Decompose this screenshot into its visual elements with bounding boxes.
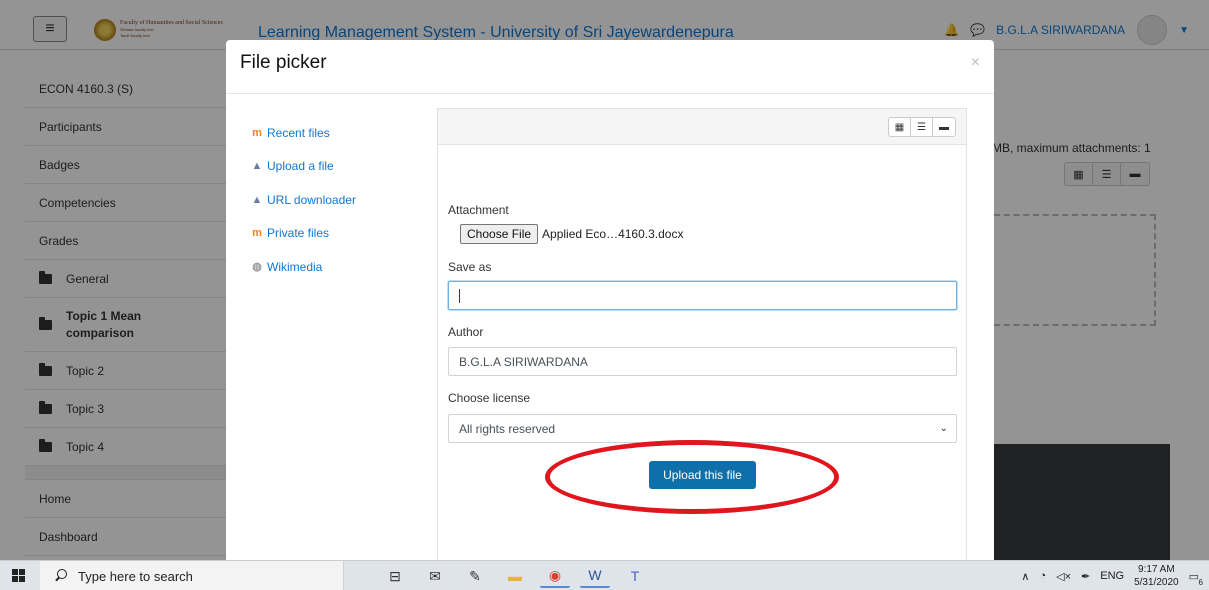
license-value: All rights reserved	[459, 421, 556, 436]
repo-recent-files[interactable]: m Recent files	[250, 116, 420, 150]
chevron-down-icon: ⌄	[939, 423, 948, 434]
dialog-header: File picker ×	[226, 40, 994, 94]
notification-icon[interactable]: ▭ 6	[1189, 570, 1203, 587]
moodle-icon: m	[252, 126, 262, 139]
taskbar-search-input[interactable]: Type here to search	[40, 561, 344, 590]
language-indicator[interactable]: ENG	[1100, 570, 1124, 582]
file-explorer-icon[interactable]: ▬	[500, 564, 530, 588]
network-icon[interactable]: ◔	[1039, 570, 1046, 582]
search-icon	[54, 569, 68, 583]
license-select[interactable]: All rights reserved ⌄	[448, 414, 957, 443]
choose-file-button[interactable]: Choose File	[460, 224, 539, 244]
teams-icon[interactable]: T	[620, 564, 650, 588]
repo-label: URL downloader	[267, 192, 356, 207]
red-highlight-annotation	[545, 440, 839, 514]
windows-taskbar: Type here to search ⊟ ✉ ✎ ▬ ◉ W T ∧ ◔ ◁×…	[0, 560, 1209, 590]
upload-icon: ▲	[251, 193, 263, 206]
search-placeholder: Type here to search	[78, 568, 193, 584]
dialog-title: File picker	[240, 52, 327, 73]
clock[interactable]: 9:17 AM 5/31/2020	[1134, 563, 1179, 589]
upload-icon: ▲	[251, 160, 263, 173]
pen-icon[interactable]: ✒	[1081, 570, 1090, 583]
notification-count: 6	[1198, 577, 1203, 587]
repository-list: m Recent files ▲ Upload a file ▲ URL dow…	[250, 116, 420, 284]
repo-private-files[interactable]: m Private files	[250, 217, 420, 251]
chosen-file-name: Applied Eco…4160.3.docx	[542, 227, 684, 241]
author-label: Author	[448, 325, 484, 339]
chevron-up-icon[interactable]: ∧	[1021, 570, 1029, 583]
text-cursor	[459, 288, 460, 303]
mail-icon[interactable]: ✉	[420, 564, 450, 588]
panel-toolbar: ▦ ☰ ▬	[438, 109, 966, 145]
repo-wikimedia[interactable]: ◍ Wikimedia	[250, 250, 420, 284]
repo-label: Wikimedia	[267, 259, 323, 274]
attachment-label: Attachment	[448, 203, 509, 217]
paint-icon[interactable]: ✎	[460, 564, 490, 588]
repo-label: Upload a file	[267, 159, 334, 174]
folder-view-icon[interactable]: ▬	[933, 118, 955, 136]
author-input[interactable]: B.G.L.A SIRIWARDANA	[448, 347, 957, 376]
word-icon[interactable]: W	[580, 564, 610, 588]
repo-upload-file[interactable]: ▲ Upload a file	[250, 150, 420, 184]
clock-date: 5/31/2020	[1134, 577, 1179, 588]
moodle-icon: m	[252, 227, 262, 240]
wikimedia-icon: ◍	[252, 260, 262, 273]
save-as-label: Save as	[448, 260, 492, 274]
system-tray: ∧ ◔ ◁× ✒ ENG 9:17 AM 5/31/2020 ▭ 6	[1021, 561, 1203, 590]
view-switcher: ▦ ☰ ▬	[888, 117, 956, 137]
repo-url-downloader[interactable]: ▲ URL downloader	[250, 183, 420, 217]
volume-icon[interactable]: ◁×	[1056, 570, 1071, 583]
grid-view-icon[interactable]: ▦	[889, 118, 911, 136]
repo-label: Recent files	[267, 125, 330, 140]
close-icon[interactable]: ×	[971, 54, 980, 72]
attachment-file-input: Choose File Applied Eco…4160.3.docx	[460, 224, 683, 244]
author-value: B.G.L.A SIRIWARDANA	[459, 354, 588, 369]
task-view-icon[interactable]: ⊟	[380, 564, 410, 588]
windows-start-icon[interactable]	[12, 569, 26, 583]
chrome-icon[interactable]: ◉	[540, 564, 570, 588]
save-as-input[interactable]	[448, 281, 957, 310]
taskbar-apps: ⊟ ✉ ✎ ▬ ◉ W T	[380, 564, 650, 588]
clock-time: 9:17 AM	[1137, 564, 1175, 575]
license-label: Choose license	[448, 391, 531, 405]
list-view-icon[interactable]: ☰	[911, 118, 933, 136]
repo-label: Private files	[267, 226, 330, 241]
